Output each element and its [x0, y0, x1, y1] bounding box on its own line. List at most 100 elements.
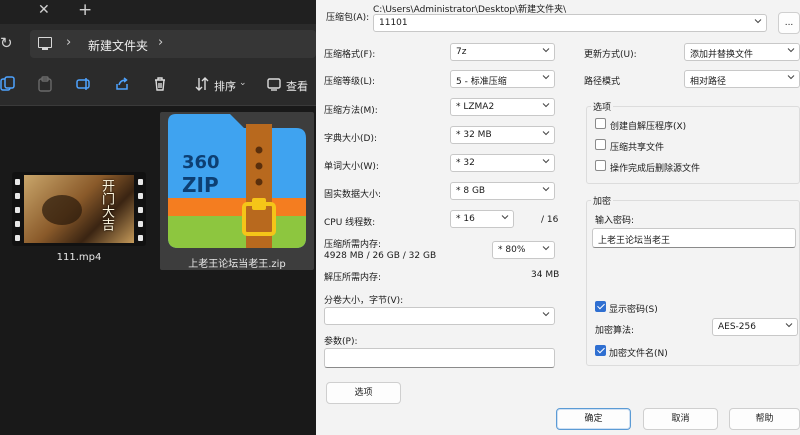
sfx-checkbox[interactable] — [595, 118, 606, 129]
options-group-title: 选项 — [591, 100, 614, 113]
paste-icon[interactable] — [37, 76, 53, 92]
address-bar: ↻ › 新建文件夹 › — [0, 24, 316, 64]
level-value: 5 - 标准压缩 — [456, 77, 507, 87]
level-select[interactable]: 5 - 标准压缩 — [450, 70, 555, 88]
view-icon[interactable] — [266, 76, 282, 92]
close-tab-icon[interactable]: ✕ — [38, 2, 50, 18]
breadcrumb-folder[interactable]: 新建文件夹 — [88, 37, 148, 54]
file-name: 111.mp4 — [56, 252, 102, 263]
film-sprocket — [15, 179, 20, 185]
shared-files-label: 压缩共享文件 — [610, 143, 665, 153]
path-mode-label: 路径模式 — [584, 77, 621, 87]
solid-label: 固实数据大小: — [324, 190, 382, 200]
format-label: 压缩格式(F): — [324, 50, 376, 60]
encrypt-names-label: 加密文件名(N) — [609, 349, 668, 359]
params-input[interactable] — [324, 348, 555, 368]
video-thumbnail: 开门大吉 — [12, 172, 146, 246]
ok-button[interactable]: 确定 — [556, 408, 631, 430]
method-select[interactable]: * LZMA2 — [450, 98, 555, 116]
help-button[interactable]: 帮助 — [729, 408, 800, 430]
solid-select[interactable]: * 8 GB — [450, 182, 555, 200]
encrypt-names-checkbox[interactable] — [595, 345, 606, 356]
mem-percent-select[interactable]: * 80% — [492, 241, 555, 259]
chevron-down-icon[interactable]: ⌄ — [239, 78, 247, 88]
copy-icon[interactable] — [0, 76, 16, 92]
chevron-down-icon[interactable] — [542, 46, 550, 54]
file-name: 上老王论坛当老王.zip — [188, 259, 286, 270]
shared-files-checkbox[interactable] — [595, 139, 606, 150]
delete-icon[interactable] — [152, 76, 168, 92]
browse-button[interactable]: ... — [778, 12, 800, 34]
show-password-label: 显示密码(S) — [609, 305, 658, 315]
dict-select[interactable]: * 32 MB — [450, 126, 555, 144]
video-frame-image: 开门大吉 — [24, 175, 134, 243]
dict-label: 字典大小(D): — [324, 134, 377, 144]
chevron-down-icon[interactable] — [501, 213, 509, 221]
chevron-down-icon[interactable] — [785, 321, 793, 329]
chevron-down-icon[interactable] — [542, 310, 550, 318]
file-list: 开门大吉 111.mp4 360 ZIP 上老王论坛当老王.zip — [0, 106, 316, 435]
delete-source-label: 操作完成后删除源文件 — [610, 164, 701, 174]
update-value: 添加并替换文件 — [690, 50, 754, 60]
chevron-right-icon[interactable]: › — [66, 35, 71, 50]
chevron-down-icon[interactable] — [787, 73, 795, 81]
film-sprocket — [138, 235, 143, 241]
word-label: 单词大小(W): — [324, 162, 379, 172]
add-to-archive-dialog: 压缩包(A): C:\Users\Administrator\Desktop\新… — [316, 0, 800, 435]
file-item-zip[interactable]: 360 ZIP 上老王论坛当老王.zip — [160, 112, 314, 270]
encryption-group-title: 加密 — [591, 194, 614, 207]
options-button[interactable]: 选项 — [326, 382, 401, 404]
dict-value: * 32 MB — [456, 130, 492, 140]
mem-decomp-value: 34 MB — [531, 270, 560, 280]
chevron-down-icon[interactable] — [542, 101, 550, 109]
chevron-down-icon[interactable] — [542, 129, 550, 137]
chevron-down-icon[interactable] — [542, 244, 550, 252]
breadcrumb[interactable]: › 新建文件夹 › — [30, 30, 316, 58]
delete-source-checkbox[interactable] — [595, 160, 606, 171]
chevron-down-icon[interactable] — [542, 73, 550, 81]
refresh-icon[interactable]: ↻ — [0, 34, 13, 52]
word-select[interactable]: * 32 — [450, 154, 555, 172]
film-sprocket — [15, 207, 20, 213]
new-tab-icon[interactable]: + — [78, 0, 92, 20]
rename-icon[interactable] — [76, 76, 92, 92]
chevron-down-icon[interactable] — [542, 185, 550, 193]
chevron-down-icon[interactable] — [542, 157, 550, 165]
sort-icon[interactable] — [194, 76, 210, 92]
file-item-mp4[interactable]: 开门大吉 111.mp4 — [10, 170, 148, 270]
film-sprocket — [15, 235, 20, 241]
share-icon[interactable] — [114, 76, 130, 92]
mem-comp-label: 压缩所需内存: — [324, 240, 382, 250]
chevron-down-icon[interactable] — [787, 46, 795, 54]
update-select[interactable]: 添加并替换文件 — [684, 43, 800, 61]
explorer-tab-bar: ✕ + — [0, 0, 316, 24]
password-input[interactable]: 上老王论坛当老王 — [592, 228, 796, 248]
enc-method-label: 加密算法: — [595, 326, 635, 336]
archive-label: 压缩包(A): — [326, 13, 370, 23]
mem-comp-value: 4928 MB / 26 GB / 32 GB — [324, 251, 437, 261]
cancel-button[interactable]: 取消 — [643, 408, 718, 430]
chevron-down-icon[interactable] — [754, 17, 762, 25]
enc-method-select[interactable]: AES-256 — [712, 318, 798, 336]
view-label[interactable]: 查看 — [286, 78, 308, 94]
threads-select[interactable]: * 16 — [450, 210, 514, 228]
params-label: 参数(P): — [324, 337, 358, 347]
archive-name-combo[interactable]: 11101 — [373, 14, 767, 32]
split-size-combo[interactable] — [324, 307, 555, 325]
update-label: 更新方式(U): — [584, 50, 637, 60]
solid-value: * 8 GB — [456, 186, 486, 196]
video-title-art: 开门大吉 — [99, 179, 114, 231]
show-password-checkbox[interactable] — [595, 301, 606, 312]
sort-label[interactable]: 排序 — [214, 78, 236, 94]
path-mode-select[interactable]: 相对路径 — [684, 70, 800, 88]
format-select[interactable]: 7z — [450, 43, 555, 61]
mem-decomp-label: 解压所需内存: — [324, 273, 382, 283]
film-sprocket — [138, 193, 143, 199]
path-mode-value: 相对路径 — [690, 77, 727, 87]
explorer-toolbar: 排序 ⌄ 查看 — [0, 64, 316, 106]
film-sprocket — [138, 207, 143, 213]
film-sprocket — [138, 179, 143, 185]
chevron-right-icon[interactable]: › — [158, 35, 163, 50]
enc-method-value: AES-256 — [718, 322, 756, 332]
sfx-label: 创建自解压程序(X) — [610, 122, 687, 132]
